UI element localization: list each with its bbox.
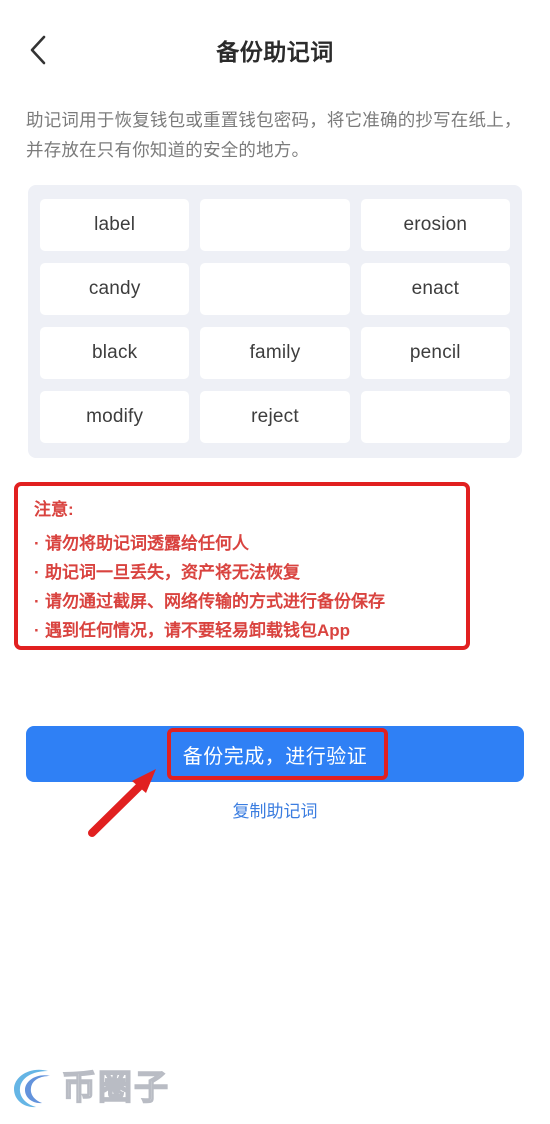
warning-item: 请勿将助记词透露给任何人	[34, 529, 466, 558]
watermark-logo-icon	[8, 1060, 60, 1117]
mnemonic-grid: label erosion candy enact black family p…	[40, 199, 510, 443]
mnemonic-word-cell[interactable]: pencil	[360, 327, 510, 379]
warning-list: 请勿将助记词透露给任何人 助记词一旦丢失，资产将无法恢复 请勿通过截屏、网络传输…	[34, 529, 466, 645]
mnemonic-word-cell[interactable]: family	[200, 327, 350, 379]
description-text: 助记词用于恢复钱包或重置钱包密码，将它准确的抄写在纸上，并存放在只有你知道的安全…	[26, 110, 522, 160]
mnemonic-word-cell[interactable]: erosion	[360, 199, 510, 251]
mnemonic-word-cell[interactable]: black	[40, 327, 190, 379]
mnemonic-word-cell[interactable]: reject	[200, 391, 350, 443]
mnemonic-word-cell[interactable]: enact	[360, 263, 510, 315]
page-title: 备份助记词	[216, 39, 334, 65]
mnemonic-word-cell[interactable]: candy	[40, 263, 190, 315]
watermark-text: 币圈子	[61, 1069, 170, 1107]
mnemonic-word-cell[interactable]: modify	[40, 391, 190, 443]
warning-item: 请勿通过截屏、网络传输的方式进行备份保存	[34, 587, 466, 616]
mnemonic-panel: label erosion candy enact black family p…	[28, 185, 522, 458]
app-header: 备份助记词	[0, 0, 550, 88]
warning-item: 遇到任何情况，请不要轻易卸载钱包App	[34, 616, 466, 645]
mnemonic-word-cell[interactable]: label	[40, 199, 190, 251]
copy-mnemonic-link[interactable]: 复制助记词	[0, 797, 550, 822]
mnemonic-word-cell[interactable]	[360, 391, 510, 443]
confirm-backup-button[interactable]: 备份完成，进行验证	[26, 726, 524, 782]
mnemonic-word-cell[interactable]	[200, 199, 350, 251]
warning-title: 注意:	[34, 500, 74, 519]
warning-annotation-box: 注意: 请勿将助记词透露给任何人 助记词一旦丢失，资产将无法恢复 请勿通过截屏、…	[14, 482, 470, 650]
warning-item: 助记词一旦丢失，资产将无法恢复	[34, 558, 466, 587]
site-watermark: 币圈子	[8, 1058, 198, 1118]
mnemonic-word-cell[interactable]	[200, 263, 350, 315]
